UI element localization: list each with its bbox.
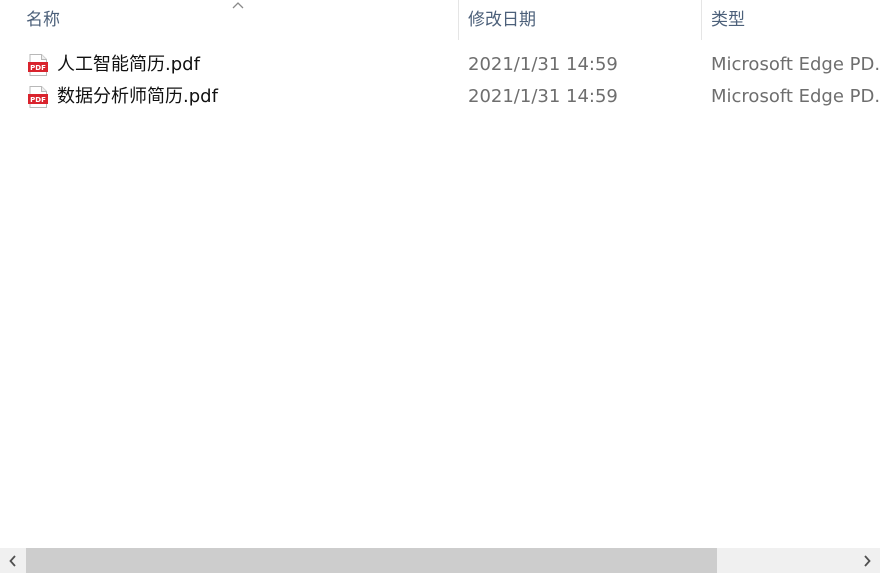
pdf-file-icon: PDF <box>28 54 48 76</box>
file-date-modified: 2021/1/31 14:59 <box>468 54 618 75</box>
horizontal-scrollbar[interactable] <box>0 548 880 573</box>
scrollbar-thumb[interactable] <box>26 548 717 573</box>
pdf-file-icon: PDF <box>28 86 48 108</box>
chevron-left-icon <box>9 554 16 567</box>
svg-text:PDF: PDF <box>30 64 46 72</box>
file-row[interactable]: PDF 人工智能简历.pdf 2021/1/31 14:59 Microsoft… <box>0 49 880 81</box>
file-type: Microsoft Edge PD.. <box>711 54 880 75</box>
file-name[interactable]: 人工智能简历.pdf <box>57 49 452 81</box>
column-header-row: 名称 修改日期 类型 <box>0 0 880 40</box>
column-divider[interactable] <box>458 0 459 40</box>
file-date-modified: 2021/1/31 14:59 <box>468 86 618 107</box>
file-explorer-details-view: 名称 修改日期 类型 PDF 人工智能简历.pdf 2021/1/31 14:5… <box>0 0 880 573</box>
column-divider[interactable] <box>701 0 702 40</box>
file-type: Microsoft Edge PD.. <box>711 86 880 107</box>
file-list: PDF 人工智能简历.pdf 2021/1/31 14:59 Microsoft… <box>0 49 880 113</box>
column-header-type[interactable]: 类型 <box>711 0 880 40</box>
file-row[interactable]: PDF 数据分析师简历.pdf 2021/1/31 14:59 Microsof… <box>0 81 880 113</box>
column-header-name[interactable]: 名称 <box>26 0 456 40</box>
scroll-left-button[interactable] <box>0 548 26 573</box>
chevron-right-icon <box>864 554 871 567</box>
column-header-date-modified[interactable]: 修改日期 <box>468 0 698 40</box>
file-name[interactable]: 数据分析师简历.pdf <box>57 81 452 113</box>
svg-text:PDF: PDF <box>30 96 46 104</box>
scroll-right-button[interactable] <box>854 548 880 573</box>
